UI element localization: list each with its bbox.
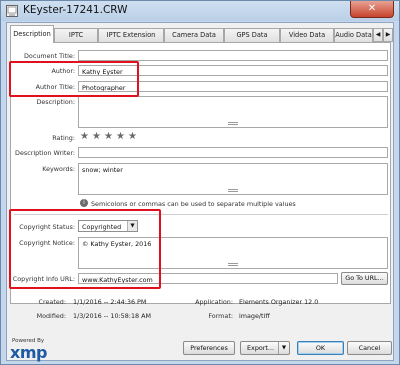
copyright-status-select[interactable]: Copyrighted ▼ bbox=[78, 220, 138, 232]
author-label: Author: bbox=[51, 67, 75, 75]
author-title-field[interactable]: Photographer bbox=[78, 81, 388, 92]
export-button[interactable]: Export... ▼ bbox=[240, 341, 290, 355]
description-label: Description: bbox=[36, 98, 75, 106]
document-title-field[interactable] bbox=[78, 50, 388, 61]
resize-grip-icon[interactable] bbox=[228, 263, 238, 266]
tab-description[interactable]: Description bbox=[10, 25, 54, 43]
resize-grip-icon[interactable] bbox=[228, 189, 238, 192]
tab-gps-data[interactable]: GPS Data bbox=[224, 28, 280, 42]
copyright-url-field[interactable]: www.KathyEyster.com bbox=[78, 273, 338, 284]
export-label: Export... bbox=[247, 344, 275, 352]
description-writer-field[interactable] bbox=[78, 147, 388, 158]
author-field[interactable]: Kathy Eyster bbox=[78, 65, 388, 76]
format-value: image/tiff bbox=[239, 312, 270, 320]
keywords-hint: Semicolons or commas can be used to sepa… bbox=[91, 200, 296, 208]
format-label: Format: bbox=[208, 312, 233, 320]
star-icon[interactable]: ★ bbox=[128, 132, 137, 142]
chevron-down-icon: ▼ bbox=[127, 221, 137, 231]
author-title-label: Author Title: bbox=[35, 83, 75, 91]
copyright-status-label: Copyright Status: bbox=[19, 223, 75, 231]
document-title-label: Document Title: bbox=[24, 52, 75, 60]
title-bar[interactable]: KEyster-17241.CRW ✕ bbox=[1, 1, 399, 21]
copyright-notice-field[interactable]: © Kathy Eyster, 2016 bbox=[78, 237, 388, 269]
application-label: Application: bbox=[195, 298, 233, 306]
window-title: KEyster-17241.CRW bbox=[23, 4, 128, 16]
copyright-status-value: Copyrighted bbox=[82, 223, 122, 231]
star-icon[interactable]: ★ bbox=[104, 132, 113, 142]
ok-button[interactable]: OK bbox=[297, 341, 344, 355]
tab-scroll-left-icon[interactable]: ◀ bbox=[373, 28, 383, 42]
tab-audio-data[interactable]: Audio Data bbox=[334, 28, 373, 42]
info-icon: i bbox=[80, 199, 88, 207]
copyright-notice-label: Copyright Notice: bbox=[19, 239, 75, 247]
created-label: Created: bbox=[38, 298, 66, 306]
keywords-field[interactable]: snow; winter bbox=[78, 163, 388, 195]
resize-grip-icon[interactable] bbox=[228, 122, 238, 125]
dialog-window: KEyster-17241.CRW ✕ Description IPTC IPT… bbox=[0, 0, 400, 365]
chevron-down-icon[interactable]: ▼ bbox=[278, 342, 289, 354]
tab-video-data[interactable]: Video Data bbox=[280, 28, 334, 42]
tab-iptc-extension[interactable]: IPTC Extension bbox=[98, 28, 164, 42]
description-panel: Document Title: Author: Kathy Eyster Aut… bbox=[9, 42, 391, 304]
modified-label: Modified: bbox=[36, 312, 66, 320]
tab-scroll-right-icon[interactable]: ▶ bbox=[383, 28, 393, 42]
created-value: 1/1/2016 -- 2:44:36 PM bbox=[73, 298, 147, 306]
copyright-notice-text: © Kathy Eyster, 2016 bbox=[82, 240, 152, 248]
close-button[interactable]: ✕ bbox=[350, 1, 394, 18]
section-divider bbox=[14, 214, 388, 215]
modified-value: 1/3/2016 -- 10:58:18 AM bbox=[73, 312, 151, 320]
description-writer-label: Description Writer: bbox=[15, 149, 75, 157]
preferences-button[interactable]: Preferences bbox=[183, 341, 235, 355]
description-field[interactable] bbox=[78, 96, 388, 128]
star-icon[interactable]: ★ bbox=[116, 132, 125, 142]
copyright-url-label: Copyright Info URL: bbox=[12, 275, 75, 283]
keywords-text: snow; winter bbox=[82, 166, 123, 174]
tab-camera-data[interactable]: Camera Data bbox=[164, 28, 224, 42]
star-icon[interactable]: ★ bbox=[92, 132, 101, 142]
cancel-button[interactable]: Cancel bbox=[347, 341, 392, 355]
keywords-label: Keywords: bbox=[42, 165, 75, 173]
dialog-content: Description IPTC IPTC Extension Camera D… bbox=[6, 22, 394, 362]
bridge-app-icon bbox=[6, 5, 18, 17]
xmp-logo: xmp bbox=[10, 343, 47, 362]
tab-iptc[interactable]: IPTC bbox=[54, 28, 98, 42]
rating-label: Rating: bbox=[52, 134, 75, 142]
star-icon[interactable]: ★ bbox=[80, 132, 89, 142]
application-value: Elements Organizer 12.0 bbox=[239, 298, 319, 306]
tab-strip: Description IPTC IPTC Extension Camera D… bbox=[10, 25, 393, 43]
go-to-url-button[interactable]: Go To URL... bbox=[341, 272, 388, 285]
